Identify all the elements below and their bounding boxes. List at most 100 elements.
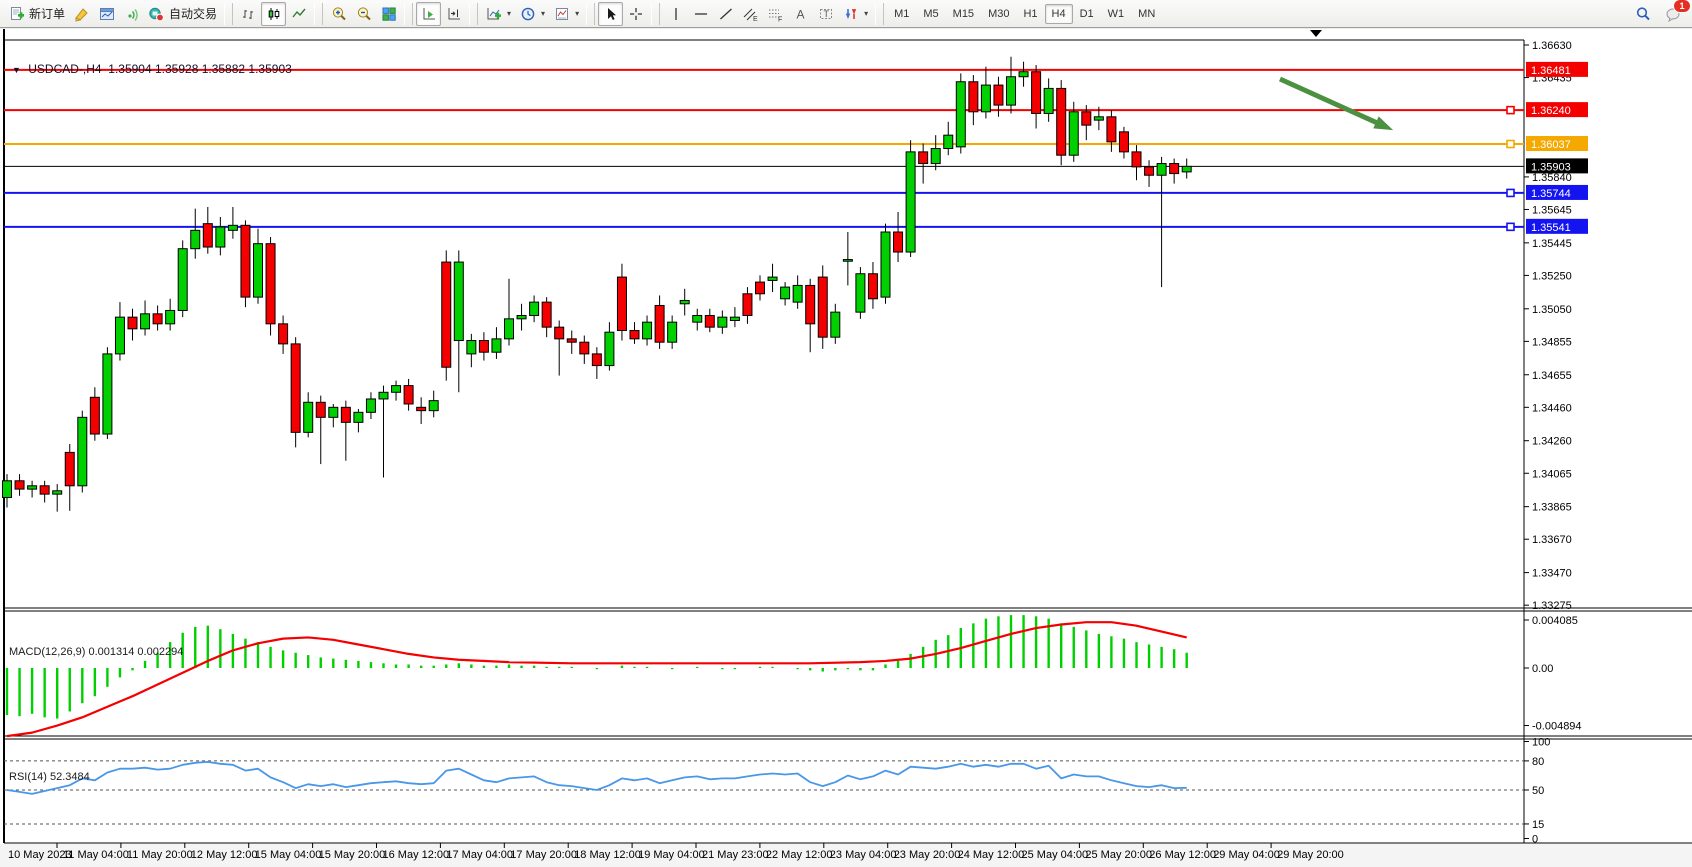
zoom-in-button[interactable] bbox=[326, 2, 351, 26]
templates-button[interactable]: ▾ bbox=[549, 2, 583, 26]
candle bbox=[542, 302, 551, 327]
chart-shift-button[interactable] bbox=[441, 2, 466, 26]
candle bbox=[429, 401, 438, 411]
fibonacci-icon: F bbox=[767, 5, 784, 22]
candle bbox=[730, 317, 739, 320]
horizontal-line-button[interactable] bbox=[688, 2, 713, 26]
chart-window-button[interactable] bbox=[94, 2, 119, 26]
rsi-indicator-label: RSI(14) 52.3484 bbox=[9, 771, 90, 783]
candlestick-chart-button[interactable] bbox=[261, 2, 286, 26]
crosshair-button[interactable] bbox=[623, 2, 648, 26]
auto-scroll-button[interactable] bbox=[416, 2, 441, 26]
candle bbox=[793, 285, 802, 302]
svg-text:11 May 20:00: 11 May 20:00 bbox=[127, 849, 193, 861]
line-chart-button[interactable] bbox=[286, 2, 311, 26]
tab-timeframe-w1[interactable]: W1 bbox=[1101, 4, 1132, 24]
candle bbox=[228, 225, 237, 230]
zoom-out-button[interactable] bbox=[351, 2, 376, 26]
text-label-button[interactable]: T bbox=[813, 2, 838, 26]
tab-timeframe-mn[interactable]: MN bbox=[1131, 4, 1162, 24]
candle bbox=[630, 331, 639, 339]
candle bbox=[831, 312, 840, 337]
toolbar-separator bbox=[651, 3, 660, 25]
new-order-icon bbox=[8, 5, 25, 22]
candle bbox=[919, 152, 928, 164]
fibonacci-button[interactable]: F bbox=[763, 2, 788, 26]
candle bbox=[203, 224, 212, 247]
tab-timeframe-m30[interactable]: M30 bbox=[981, 4, 1016, 24]
svg-text:29 May 04:00: 29 May 04:00 bbox=[1213, 849, 1280, 861]
macd-indicator-label: MACD(12,26,9) 0.001314 0.002294 bbox=[9, 646, 183, 658]
candle bbox=[454, 262, 463, 340]
vertical-line-button[interactable] bbox=[663, 2, 688, 26]
candle bbox=[994, 85, 1003, 105]
tile-windows-button[interactable] bbox=[376, 2, 401, 26]
cursor-icon bbox=[602, 5, 619, 22]
tab-timeframe-d1[interactable]: D1 bbox=[1073, 4, 1101, 24]
svg-text:26 May 12:00: 26 May 12:00 bbox=[1149, 849, 1216, 861]
equidistant-channel-button[interactable]: E bbox=[738, 2, 763, 26]
line-handle[interactable] bbox=[1507, 107, 1514, 114]
tab-timeframe-m15[interactable]: M15 bbox=[946, 4, 981, 24]
text-button[interactable]: A bbox=[788, 2, 813, 26]
signals-button[interactable] bbox=[119, 2, 144, 26]
candle bbox=[894, 232, 903, 252]
tab-timeframe-h1[interactable]: H1 bbox=[1016, 4, 1044, 24]
svg-text:12 May 12:00: 12 May 12:00 bbox=[191, 849, 258, 861]
tab-timeframe-m5[interactable]: M5 bbox=[916, 4, 945, 24]
line-handle[interactable] bbox=[1507, 141, 1514, 148]
tab-timeframe-h4[interactable]: H4 bbox=[1045, 4, 1073, 24]
candle bbox=[981, 85, 990, 112]
svg-text:1.34655: 1.34655 bbox=[1532, 370, 1572, 382]
candle bbox=[479, 341, 488, 353]
candle bbox=[768, 277, 777, 280]
trendline-button[interactable] bbox=[713, 2, 738, 26]
search-button[interactable] bbox=[1630, 2, 1655, 26]
svg-text:1.35445: 1.35445 bbox=[1532, 238, 1572, 250]
svg-text:25 May 20:00: 25 May 20:00 bbox=[1085, 849, 1152, 861]
autotrading-button[interactable]: 自动交易 bbox=[144, 2, 221, 26]
bar-chart-button[interactable] bbox=[236, 2, 261, 26]
candle bbox=[492, 339, 501, 352]
candle bbox=[341, 407, 350, 422]
new-order-button[interactable]: 新订单 bbox=[4, 2, 69, 26]
line-handle[interactable] bbox=[1507, 189, 1514, 196]
toolbar-right: 1 bbox=[1630, 2, 1688, 26]
candle bbox=[316, 402, 325, 417]
indicators-button[interactable]: ▾ bbox=[481, 2, 515, 26]
svg-text:0: 0 bbox=[1532, 834, 1538, 846]
periods-button[interactable]: ▾ bbox=[515, 2, 549, 26]
svg-text:1.34855: 1.34855 bbox=[1532, 336, 1572, 348]
arrows-button[interactable]: ▾ bbox=[838, 2, 872, 26]
tab-timeframe-m1[interactable]: M1 bbox=[887, 4, 916, 24]
text-label-icon: T bbox=[817, 5, 834, 22]
line-chart-icon bbox=[290, 5, 307, 22]
candle bbox=[304, 402, 313, 432]
candle bbox=[931, 149, 940, 164]
toolbar-group-cursor bbox=[598, 1, 648, 27]
crayon-button[interactable] bbox=[69, 2, 94, 26]
clock-icon bbox=[519, 5, 536, 22]
candle bbox=[567, 339, 576, 342]
candle bbox=[128, 317, 137, 329]
cursor-button[interactable] bbox=[598, 2, 623, 26]
line-handle[interactable] bbox=[1507, 223, 1514, 230]
svg-text:11 May 04:00: 11 May 04:00 bbox=[63, 849, 129, 861]
svg-text:1.36240: 1.36240 bbox=[1531, 105, 1571, 117]
notifications-button[interactable]: 1 bbox=[1661, 2, 1686, 26]
svg-text:1.33670: 1.33670 bbox=[1532, 534, 1572, 546]
svg-text:16 May 12:00: 16 May 12:00 bbox=[383, 849, 450, 861]
svg-text:23 May 20:00: 23 May 20:00 bbox=[894, 849, 961, 861]
rsi-name: RSI(14) bbox=[9, 771, 47, 783]
svg-text:17 May 04:00: 17 May 04:00 bbox=[446, 849, 513, 861]
candle bbox=[1094, 117, 1103, 120]
chart-title: ▼ USDCAD-,H4 1.35904 1.35928 1.35882 1.3… bbox=[12, 62, 292, 76]
svg-text:F: F bbox=[778, 16, 782, 22]
equidistant-channel-icon: E bbox=[742, 5, 759, 22]
candle bbox=[718, 317, 727, 327]
chevron-down-icon: ▾ bbox=[541, 9, 545, 18]
candle bbox=[643, 322, 652, 339]
chart-dropdown-icon[interactable]: ▼ bbox=[12, 65, 21, 75]
chart-ohlc-values: 1.35904 1.35928 1.35882 1.35903 bbox=[108, 62, 292, 76]
candle bbox=[166, 310, 175, 323]
